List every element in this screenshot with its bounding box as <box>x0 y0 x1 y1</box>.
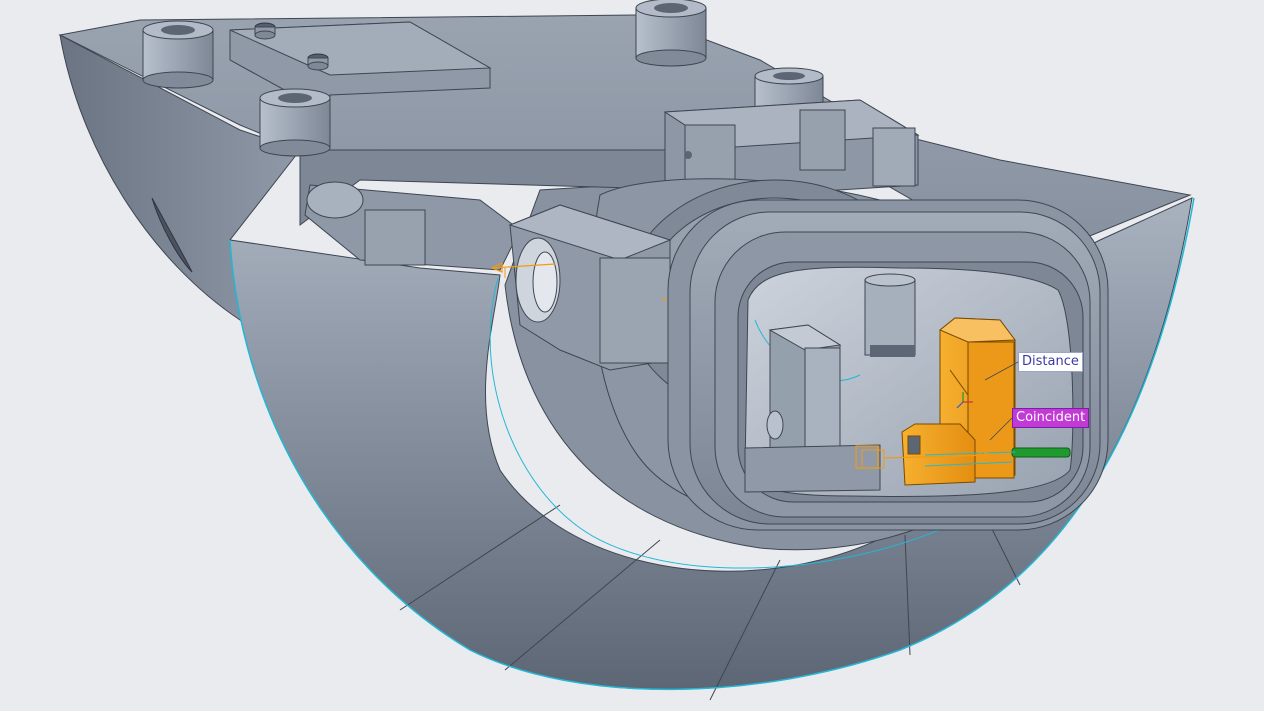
screw-1[interactable] <box>254 22 276 40</box>
coincident-constraint-tag[interactable]: Coincident <box>1012 408 1090 428</box>
cad-3d-viewport[interactable]: Distance Coincident <box>0 0 1264 711</box>
screw-2[interactable] <box>307 53 329 71</box>
boss-front-left[interactable] <box>259 88 331 157</box>
boss-rear-right[interactable] <box>635 0 707 67</box>
distance-constraint-tag[interactable]: Distance <box>1018 352 1083 372</box>
boss-rear-left[interactable] <box>142 20 214 89</box>
